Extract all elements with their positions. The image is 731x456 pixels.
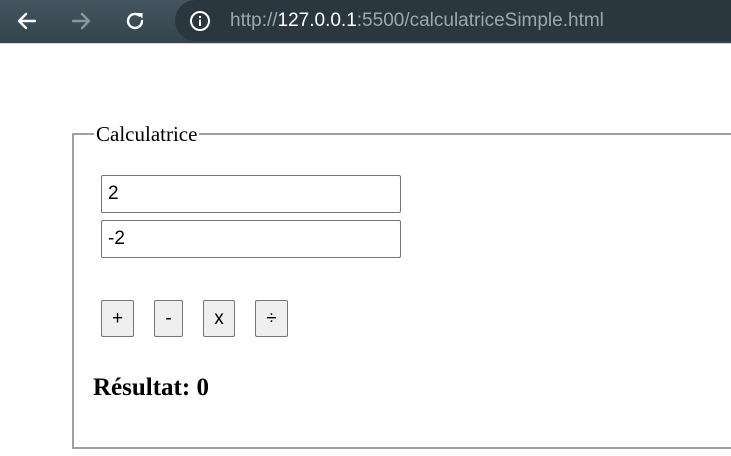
subtract-button[interactable]: - xyxy=(154,300,183,337)
arrow-right-icon xyxy=(71,12,91,30)
back-button[interactable] xyxy=(12,6,42,36)
page-content: Calculatrice + - x ÷ Résultat: 0 xyxy=(0,44,731,456)
url-host: 127.0.0.1 xyxy=(277,10,357,31)
first-number-input[interactable] xyxy=(101,175,401,213)
calculator-fieldset: Calculatrice + - x ÷ Résultat: 0 xyxy=(72,121,731,449)
reload-icon xyxy=(126,12,144,30)
url-path: :5500/calculatriceSimple.html xyxy=(356,10,604,31)
add-button[interactable]: + xyxy=(101,300,134,337)
site-info-icon[interactable] xyxy=(188,9,212,33)
multiply-button[interactable]: x xyxy=(203,300,235,337)
arrow-left-icon xyxy=(17,12,37,30)
url-text[interactable]: http://127.0.0.1:5500/calculatriceSimple… xyxy=(230,9,604,33)
address-bar[interactable]: http://127.0.0.1:5500/calculatriceSimple… xyxy=(175,0,731,41)
calculator-legend: Calculatrice xyxy=(94,121,200,147)
result-value: 0 xyxy=(196,374,209,401)
browser-toolbar: http://127.0.0.1:5500/calculatriceSimple… xyxy=(0,0,731,44)
forward-button[interactable] xyxy=(66,6,96,36)
result-label: Résultat: xyxy=(93,374,191,401)
second-number-input[interactable] xyxy=(101,220,401,258)
url-scheme: http:// xyxy=(230,10,278,31)
reload-button[interactable] xyxy=(120,6,150,36)
divide-button[interactable]: ÷ xyxy=(255,300,288,337)
result-heading: Résultat: 0 xyxy=(93,373,209,403)
